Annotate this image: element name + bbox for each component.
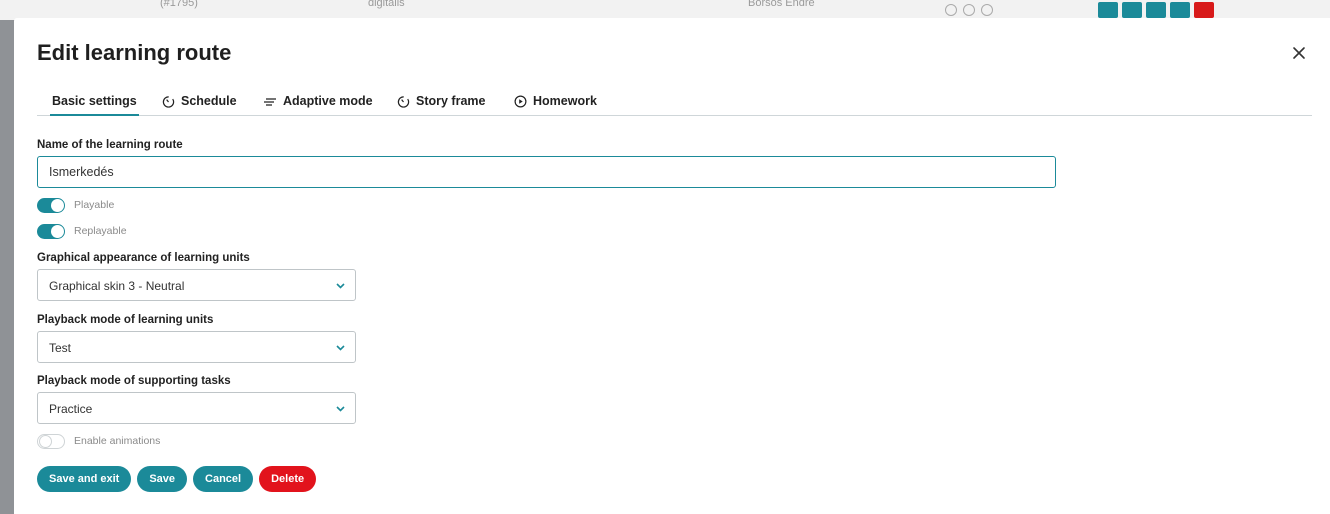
delete-button[interactable]: Delete <box>259 466 317 492</box>
close-icon[interactable] <box>1290 44 1308 62</box>
tab-homework[interactable]: Homework <box>514 94 597 116</box>
replayable-toggle-row[interactable]: Replayable <box>37 223 127 239</box>
playable-toggle-row[interactable]: Playable <box>37 197 114 213</box>
playback-mode-label: Playback mode of learning units <box>37 314 214 326</box>
chevron-down-icon <box>336 406 345 412</box>
route-name-input[interactable] <box>37 156 1056 188</box>
background-row-id: (#1795) <box>160 0 198 9</box>
modal-title: Edit learning route <box>37 40 232 65</box>
lines-icon <box>264 98 276 106</box>
select-value: Test <box>49 341 72 355</box>
chevron-down-icon <box>336 283 345 289</box>
playable-label: Playable <box>74 199 115 211</box>
supporting-tasks-label: Playback mode of supporting tasks <box>37 375 231 387</box>
replayable-label: Replayable <box>74 225 127 237</box>
play-circle-icon <box>514 95 527 108</box>
timer-icon <box>397 96 410 108</box>
tab-label: Adaptive mode <box>283 94 373 108</box>
background-app-strip: (#1795) digitális Borsos Endre <box>0 0 1330 20</box>
select-value: Graphical skin 3 - Neutral <box>49 279 185 293</box>
background-action-buttons <box>1098 2 1214 18</box>
tab-label: Basic settings <box>52 94 137 108</box>
animations-toggle[interactable] <box>37 433 65 449</box>
tab-basic-settings[interactable]: Basic settings <box>50 94 139 116</box>
name-field-label: Name of the learning route <box>37 139 183 151</box>
cancel-button[interactable]: Cancel <box>193 466 254 492</box>
save-button[interactable]: Save <box>137 466 188 492</box>
playback-mode-select[interactable]: Test <box>37 331 356 363</box>
action-buttons: Save and exit Save Cancel Delete <box>37 466 317 492</box>
edit-learning-route-modal: Edit learning route Basic settings Sched… <box>14 18 1330 514</box>
background-row-tag: digitális <box>368 0 405 9</box>
tab-schedule[interactable]: Schedule <box>162 94 237 116</box>
background-action-icons <box>945 4 993 16</box>
replayable-toggle[interactable] <box>37 223 65 239</box>
graphical-appearance-label: Graphical appearance of learning units <box>37 252 250 264</box>
timer-icon <box>162 96 175 108</box>
tab-label: Schedule <box>181 94 237 108</box>
background-row-author: Borsos Endre <box>748 0 815 9</box>
supporting-tasks-select[interactable]: Practice <box>37 392 356 424</box>
animations-label: Enable animations <box>74 435 161 447</box>
tab-adaptive-mode[interactable]: Adaptive mode <box>263 94 373 116</box>
save-and-exit-button[interactable]: Save and exit <box>37 466 132 492</box>
tab-story-frame[interactable]: Story frame <box>397 94 485 116</box>
graphical-appearance-select[interactable]: Graphical skin 3 - Neutral <box>37 269 356 301</box>
tab-label: Story frame <box>416 94 486 108</box>
tab-label: Homework <box>533 94 597 108</box>
playable-toggle[interactable] <box>37 197 65 213</box>
chevron-down-icon <box>336 345 345 351</box>
select-value: Practice <box>49 402 93 416</box>
animations-toggle-row[interactable]: Enable animations <box>37 433 160 449</box>
tab-bar: Basic settings Schedule Adaptive mode St… <box>37 94 1312 116</box>
